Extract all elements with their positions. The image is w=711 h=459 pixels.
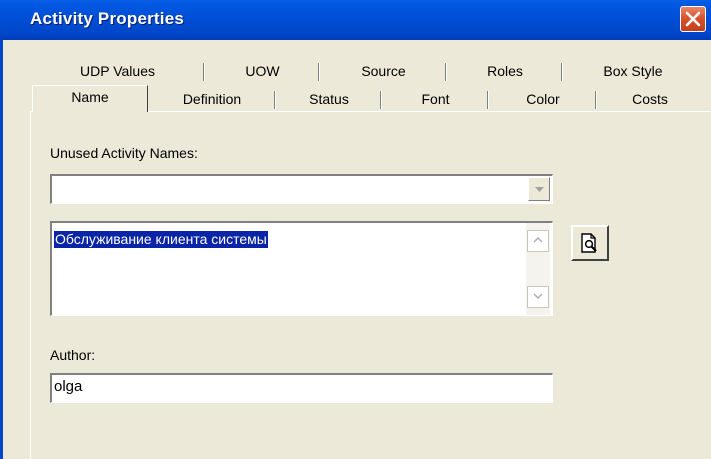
activity-name-text: Обслуживание клиента системы xyxy=(54,231,268,248)
author-label: Author: xyxy=(50,347,96,363)
scroll-down-button[interactable] xyxy=(527,286,549,308)
chevron-up-icon xyxy=(533,237,543,243)
combo-dropdown-button[interactable] xyxy=(528,177,550,201)
chevron-down-icon xyxy=(535,187,544,192)
window-frame-left xyxy=(0,40,3,459)
tab-roles[interactable]: Roles xyxy=(447,60,563,84)
unused-activity-names-label: Unused Activity Names: xyxy=(50,145,198,161)
preview-button[interactable] xyxy=(571,225,609,261)
activity-name-textarea[interactable]: Обслуживание клиента системы xyxy=(50,221,553,316)
tab-udp-values[interactable]: UDP Values xyxy=(30,60,205,84)
tab-definition[interactable]: Definition xyxy=(148,88,276,112)
scroll-up-button[interactable] xyxy=(527,230,549,252)
unused-activity-names-combo[interactable] xyxy=(50,174,553,204)
chevron-down-icon xyxy=(533,293,543,299)
close-icon xyxy=(685,11,701,27)
tab-name[interactable]: Name xyxy=(32,85,148,112)
author-field[interactable]: olga xyxy=(50,373,553,403)
tab-costs[interactable]: Costs xyxy=(597,88,703,112)
tab-color[interactable]: Color xyxy=(489,88,597,112)
title-bar: Activity Properties xyxy=(0,0,711,40)
document-preview-icon xyxy=(581,233,597,253)
tab-status[interactable]: Status xyxy=(276,88,382,112)
close-button[interactable] xyxy=(680,6,706,32)
tab-box-style[interactable]: Box Style xyxy=(563,60,703,84)
activity-properties-dialog: Activity Properties UDP Values UOW Sourc… xyxy=(0,0,711,459)
tab-uow[interactable]: UOW xyxy=(205,60,320,84)
window-title: Activity Properties xyxy=(30,9,185,28)
tab-source[interactable]: Source xyxy=(320,60,447,84)
textarea-scrollbar[interactable] xyxy=(526,223,550,315)
tab-font[interactable]: Font xyxy=(382,88,489,112)
